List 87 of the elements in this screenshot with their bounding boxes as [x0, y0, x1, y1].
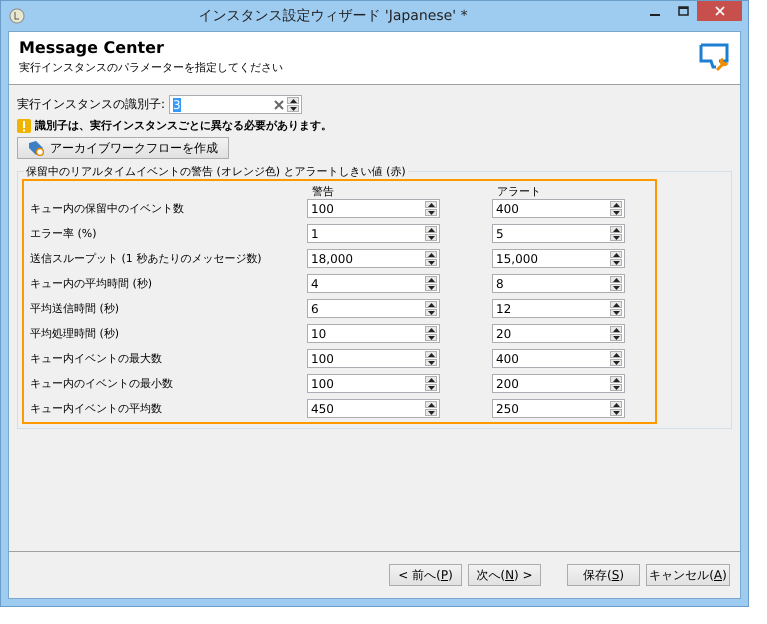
up-arrow-icon[interactable] [428, 278, 434, 282]
up-arrow-icon[interactable] [612, 252, 620, 256]
row-label: エラー率 (%) [30, 226, 98, 241]
wizard-button[interactable]: 保存(S) [567, 564, 640, 586]
up-arrow-icon[interactable] [428, 402, 434, 406]
up-arrow-icon[interactable] [612, 278, 620, 282]
monitor-wrench-icon [698, 42, 730, 72]
up-arrow-icon[interactable] [428, 202, 434, 206]
alert-field[interactable]: 200 [492, 374, 625, 393]
warning-field[interactable]: 100 [307, 349, 440, 368]
close-icon [714, 6, 724, 16]
down-arrow-icon[interactable] [612, 386, 620, 390]
group-legend: 保留中のリアルタイムイベントの警告 (オレンジ色) とアラートしきい値 (赤) [24, 164, 408, 179]
row-label: キュー内のイベントの最小数 [30, 376, 174, 391]
up-arrow-icon[interactable] [428, 252, 434, 256]
up-arrow-icon[interactable] [612, 378, 620, 382]
down-arrow-icon[interactable] [612, 360, 620, 364]
row-label: キュー内の保留中のイベント数 [30, 201, 185, 216]
down-arrow-icon[interactable] [612, 310, 620, 314]
app-icon [9, 8, 25, 24]
maximize-icon [678, 6, 688, 16]
page-subtitle: 実行インスタンスのパラメーターを指定してください [19, 60, 283, 75]
warning-message: 識別子は、実行インスタンスごとに異なる必要があります。 [35, 118, 332, 133]
warning-field[interactable]: 100 [307, 374, 440, 393]
warning-field[interactable]: 450 [307, 399, 440, 418]
alert-field[interactable]: 400 [492, 349, 625, 368]
down-arrow-icon[interactable] [612, 336, 620, 340]
alert-field[interactable]: 5 [492, 224, 625, 243]
minimize-icon [650, 14, 660, 16]
tag-icon [28, 140, 44, 156]
down-arrow-icon[interactable] [428, 336, 434, 340]
wizard-button[interactable]: キャンセル(A) [646, 564, 730, 586]
row-label: キュー内イベントの最大数 [30, 351, 163, 366]
wizard-button[interactable]: 次へ(N) > [468, 564, 541, 586]
page-title: Message Center [19, 38, 165, 57]
down-arrow-icon[interactable] [428, 260, 434, 264]
row-label: キュー内イベントの平均数 [30, 401, 163, 416]
down-arrow-icon[interactable] [612, 286, 620, 290]
row-label: 送信スループット (1 秒あたりのメッセージ数) [30, 251, 263, 266]
down-arrow-icon[interactable] [612, 236, 620, 240]
down-arrow-icon[interactable] [428, 286, 434, 290]
warning-field[interactable]: 18,000 [307, 249, 440, 268]
up-arrow-icon[interactable] [612, 302, 620, 306]
warning-field[interactable]: 6 [307, 299, 440, 318]
column-header: アラート [497, 184, 542, 199]
up-arrow-icon[interactable] [428, 352, 434, 356]
down-arrow-icon[interactable] [290, 106, 297, 110]
down-arrow-icon[interactable] [428, 210, 434, 214]
alert-field[interactable]: 400 [492, 199, 625, 218]
wizard-button[interactable]: < 前へ(P) [389, 564, 462, 586]
create-archive-workflow-button[interactable]: アーカイブワークフローを作成 [17, 137, 229, 159]
down-arrow-icon[interactable] [428, 386, 434, 390]
up-arrow-icon[interactable] [612, 202, 620, 206]
down-arrow-icon[interactable] [428, 236, 434, 240]
down-arrow-icon[interactable] [612, 210, 620, 214]
warning-field[interactable]: 4 [307, 274, 440, 293]
down-arrow-icon[interactable] [428, 310, 434, 314]
alert-field[interactable]: 250 [492, 399, 625, 418]
up-arrow-icon[interactable] [612, 352, 620, 356]
close-button[interactable] [697, 1, 742, 21]
up-arrow-icon[interactable] [428, 378, 434, 382]
identifier-label: 実行インスタンスの識別子: [17, 96, 166, 113]
up-arrow-icon[interactable] [612, 402, 620, 406]
row-label: 平均送信時間 (秒) [30, 301, 120, 316]
up-arrow-icon[interactable] [428, 328, 434, 332]
up-arrow-icon[interactable] [290, 98, 297, 102]
alert-field[interactable]: 20 [492, 324, 625, 343]
alert-field[interactable]: 12 [492, 299, 625, 318]
up-arrow-icon[interactable] [428, 228, 434, 232]
warning-field[interactable]: 100 [307, 199, 440, 218]
down-arrow-icon[interactable] [612, 260, 620, 264]
column-header: 警告 [312, 184, 335, 199]
down-arrow-icon[interactable] [428, 410, 434, 414]
alert-field[interactable]: 15,000 [492, 249, 625, 268]
warning-icon [17, 118, 31, 132]
up-arrow-icon[interactable] [428, 302, 434, 306]
alert-field[interactable]: 8 [492, 274, 625, 293]
window-title: インスタンス設定ウィザード 'Japanese' * [197, 7, 469, 25]
up-arrow-icon[interactable] [612, 328, 620, 332]
down-arrow-icon[interactable] [612, 410, 620, 414]
clear-icon[interactable] [274, 100, 284, 110]
row-label: キュー内の平均時間 (秒) [30, 276, 154, 291]
up-arrow-icon[interactable] [612, 228, 620, 232]
warning-field[interactable]: 10 [307, 324, 440, 343]
warning-field[interactable]: 1 [307, 224, 440, 243]
row-label: 平均処理時間 (秒) [30, 326, 120, 341]
down-arrow-icon[interactable] [428, 360, 434, 364]
